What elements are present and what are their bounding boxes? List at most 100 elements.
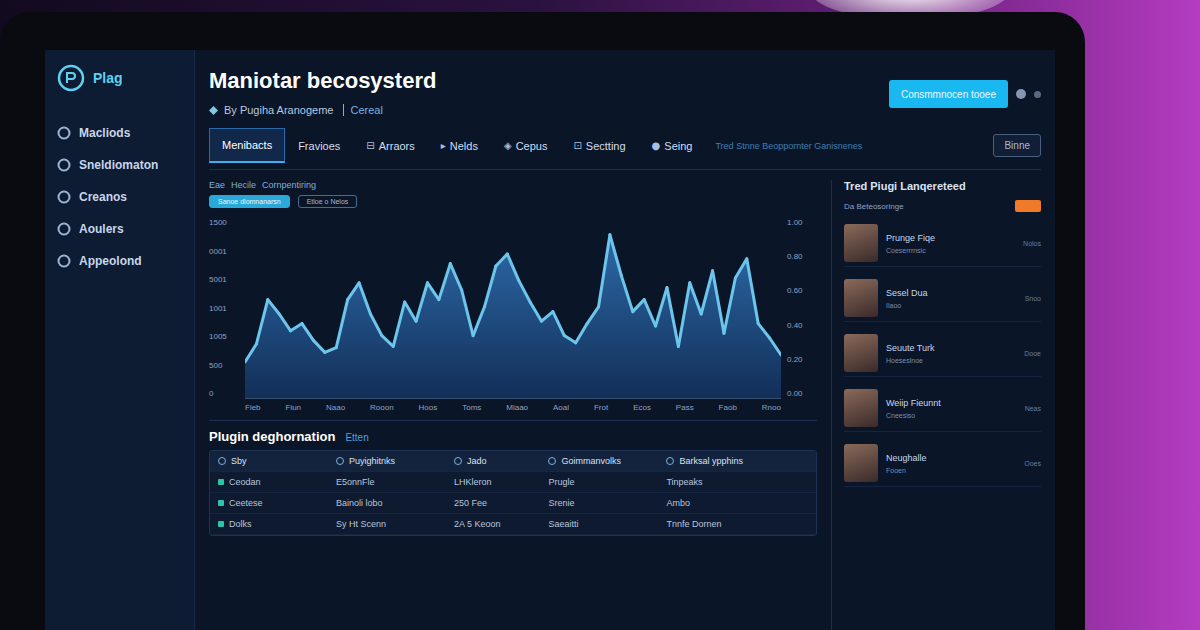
person-detail: Ilaoo bbox=[886, 302, 1017, 309]
sidebar: Plag Macliods Sneldiomaton Creanos Aoulers Ap… bbox=[45, 50, 195, 630]
menu-icon[interactable] bbox=[1034, 91, 1041, 98]
chart-line-segment bbox=[587, 307, 598, 324]
chart-line-segment bbox=[553, 312, 564, 336]
logo[interactable]: Plag bbox=[57, 64, 182, 92]
person-item[interactable]: Prunge FiqeCoeserrrnsicNolos bbox=[844, 220, 1041, 267]
table-row[interactable]: DolksSy Ht Scenn2A 5 KeoonSaeaittiTnnfe … bbox=[210, 514, 816, 535]
chart-line-segment bbox=[256, 300, 267, 344]
chart-line-segment bbox=[268, 300, 279, 314]
chart-line-segment bbox=[484, 266, 495, 307]
x-tick: Fiun bbox=[286, 403, 302, 412]
chart-line-segment bbox=[701, 271, 712, 314]
sidebar-item[interactable]: Aoulers bbox=[57, 222, 182, 236]
subtitle-link[interactable]: Cereal bbox=[343, 104, 382, 116]
table-cell: Saeaitti bbox=[548, 519, 666, 529]
y-axis: 150000015001100110055000 bbox=[209, 218, 239, 398]
area-chart bbox=[245, 218, 781, 398]
row-status-icon bbox=[218, 521, 224, 527]
avatar-photo bbox=[844, 334, 878, 372]
person-detail: Hoeseslnoe bbox=[886, 357, 1016, 364]
chart-line-segment bbox=[724, 278, 735, 333]
y-tick: 5001 bbox=[209, 275, 239, 284]
panel-subtitle: Da Beteosoringe bbox=[844, 202, 904, 211]
plugin-table-card: Plugin deghornationEttenSbyPuyighitnksJa… bbox=[209, 429, 817, 536]
plot-row: 1500000150011001100550001.000.800.600.40… bbox=[209, 218, 817, 399]
chart-line-segment bbox=[370, 314, 381, 336]
tab-label: Arraors bbox=[379, 140, 415, 152]
table-row[interactable]: CeodanE5onnFleLHKleronPrugleTinpeaks bbox=[210, 472, 816, 493]
table-cell: E5onnFle bbox=[336, 477, 454, 487]
tab-icon: ▸ bbox=[441, 140, 446, 151]
table-cell: 2A 5 Keoon bbox=[454, 519, 548, 529]
tab-label: Cepus bbox=[516, 140, 548, 152]
tab-button[interactable]: Binne bbox=[993, 134, 1041, 157]
tab[interactable]: ▸Nelds bbox=[428, 128, 491, 163]
chart-filters: Sanoe dlomnanarsn Etloe o Nelos bbox=[209, 195, 817, 208]
column-header[interactable]: Jado bbox=[454, 456, 548, 466]
tab[interactable]: ●Seing bbox=[639, 128, 706, 163]
person-item[interactable]: Weiip FieunntCneesiso Neas bbox=[844, 385, 1041, 432]
chart-line-segment bbox=[667, 288, 678, 347]
column-icon bbox=[454, 457, 462, 465]
column-header[interactable]: Goimmanvolks bbox=[548, 456, 666, 466]
column-header[interactable]: Puyighitnks bbox=[336, 456, 454, 466]
sidebar-nav: Macliods Sneldiomaton Creanos Aoulers Appeol… bbox=[57, 126, 182, 268]
person-name: Seuute Turk bbox=[886, 343, 1016, 353]
user-icon[interactable] bbox=[1016, 89, 1026, 99]
chart-line-segment bbox=[462, 290, 473, 336]
x-tick: Fieb bbox=[245, 403, 261, 412]
laptop-bezel: Plag Macliods Sneldiomaton Creanos Aoulers Ap… bbox=[0, 12, 1085, 630]
x-tick: Frot bbox=[594, 403, 608, 412]
column-header[interactable]: Sby bbox=[218, 456, 336, 466]
table-header-row: SbyPuyighitnksJadoGoimmanvolksBarksal yp… bbox=[210, 451, 816, 472]
tab[interactable]: Menibacts bbox=[209, 128, 285, 163]
chart-line-segment bbox=[758, 324, 769, 338]
filter-pill[interactable]: Sanoe dlomnanarsn bbox=[209, 195, 290, 208]
sidebar-item[interactable]: Sneldiomaton bbox=[57, 158, 182, 172]
tab[interactable]: Fravioes bbox=[285, 128, 353, 163]
table-cell: Tnnfe Dornen bbox=[666, 519, 808, 529]
sidebar-item[interactable]: Creanos bbox=[57, 190, 182, 204]
table-row[interactable]: CeeteseBainoli lobo250 FeeSrenieAmbo bbox=[210, 493, 816, 514]
x-tick: Hoos bbox=[419, 403, 438, 412]
x-tick: Toms bbox=[462, 403, 481, 412]
person-item[interactable]: Seuute TurkHoeseslnoeDooe bbox=[844, 330, 1041, 377]
tab-label: Menibacts bbox=[222, 139, 272, 151]
y-tick: 0 bbox=[209, 389, 239, 398]
chart-line-segment bbox=[382, 336, 393, 347]
person-name: Sesel Dua bbox=[886, 288, 1017, 298]
primary-button[interactable]: Consmmnocen tooee bbox=[889, 80, 1008, 108]
person-meta: Snoo bbox=[1025, 295, 1041, 302]
filter-pill[interactable]: Etloe o Nelos bbox=[298, 195, 358, 208]
chart-line-segment bbox=[530, 302, 541, 321]
tab[interactable]: ◈Cepus bbox=[491, 128, 561, 163]
chart-series bbox=[245, 235, 781, 398]
header-actions: Consmmnocen tooee bbox=[889, 68, 1041, 108]
main: Maniotar becosysterdBy Pugiha AranogemeC… bbox=[195, 50, 1055, 630]
scene: Plag Macliods Sneldiomaton Creanos Aoulers Ap… bbox=[0, 0, 1200, 630]
person-meta: Neas bbox=[1025, 405, 1041, 412]
person-item[interactable]: NeughalleFooenOoes bbox=[844, 440, 1041, 487]
chart-line-segment bbox=[656, 288, 667, 326]
column-header[interactable]: Barksal ypphins bbox=[666, 456, 808, 466]
subtitle-row: By Pugiha AranogemeCereal bbox=[209, 104, 436, 116]
circle-icon bbox=[57, 126, 71, 140]
x-tick: Aoal bbox=[553, 403, 569, 412]
x-tick: Rooon bbox=[370, 403, 394, 412]
person-item[interactable]: Sesel Dua Ilaoo Snoo bbox=[844, 275, 1041, 322]
person-text: Weiip FieunntCneesiso bbox=[886, 398, 1017, 419]
orange-badge[interactable] bbox=[1015, 200, 1041, 212]
tab[interactable]: ⊟ Arraors bbox=[353, 128, 427, 163]
chart-line-segment bbox=[427, 283, 438, 300]
tab-icon: ⊟ bbox=[366, 140, 374, 151]
chart-line-segment bbox=[405, 302, 416, 321]
tab[interactable]: ⊡Sectting bbox=[560, 128, 638, 163]
sidebar-label: Creanos bbox=[79, 190, 127, 204]
logo-icon bbox=[57, 64, 85, 92]
sidebar-item[interactable]: Macliods bbox=[57, 126, 182, 140]
person-name: Prunge Fiqe bbox=[886, 233, 1015, 243]
y2-tick: 0.80 bbox=[787, 252, 803, 261]
sidebar-item[interactable]: Appeolond bbox=[57, 254, 182, 268]
sidebar-label: Macliods bbox=[79, 126, 130, 140]
table-link[interactable]: Etten bbox=[345, 432, 368, 443]
